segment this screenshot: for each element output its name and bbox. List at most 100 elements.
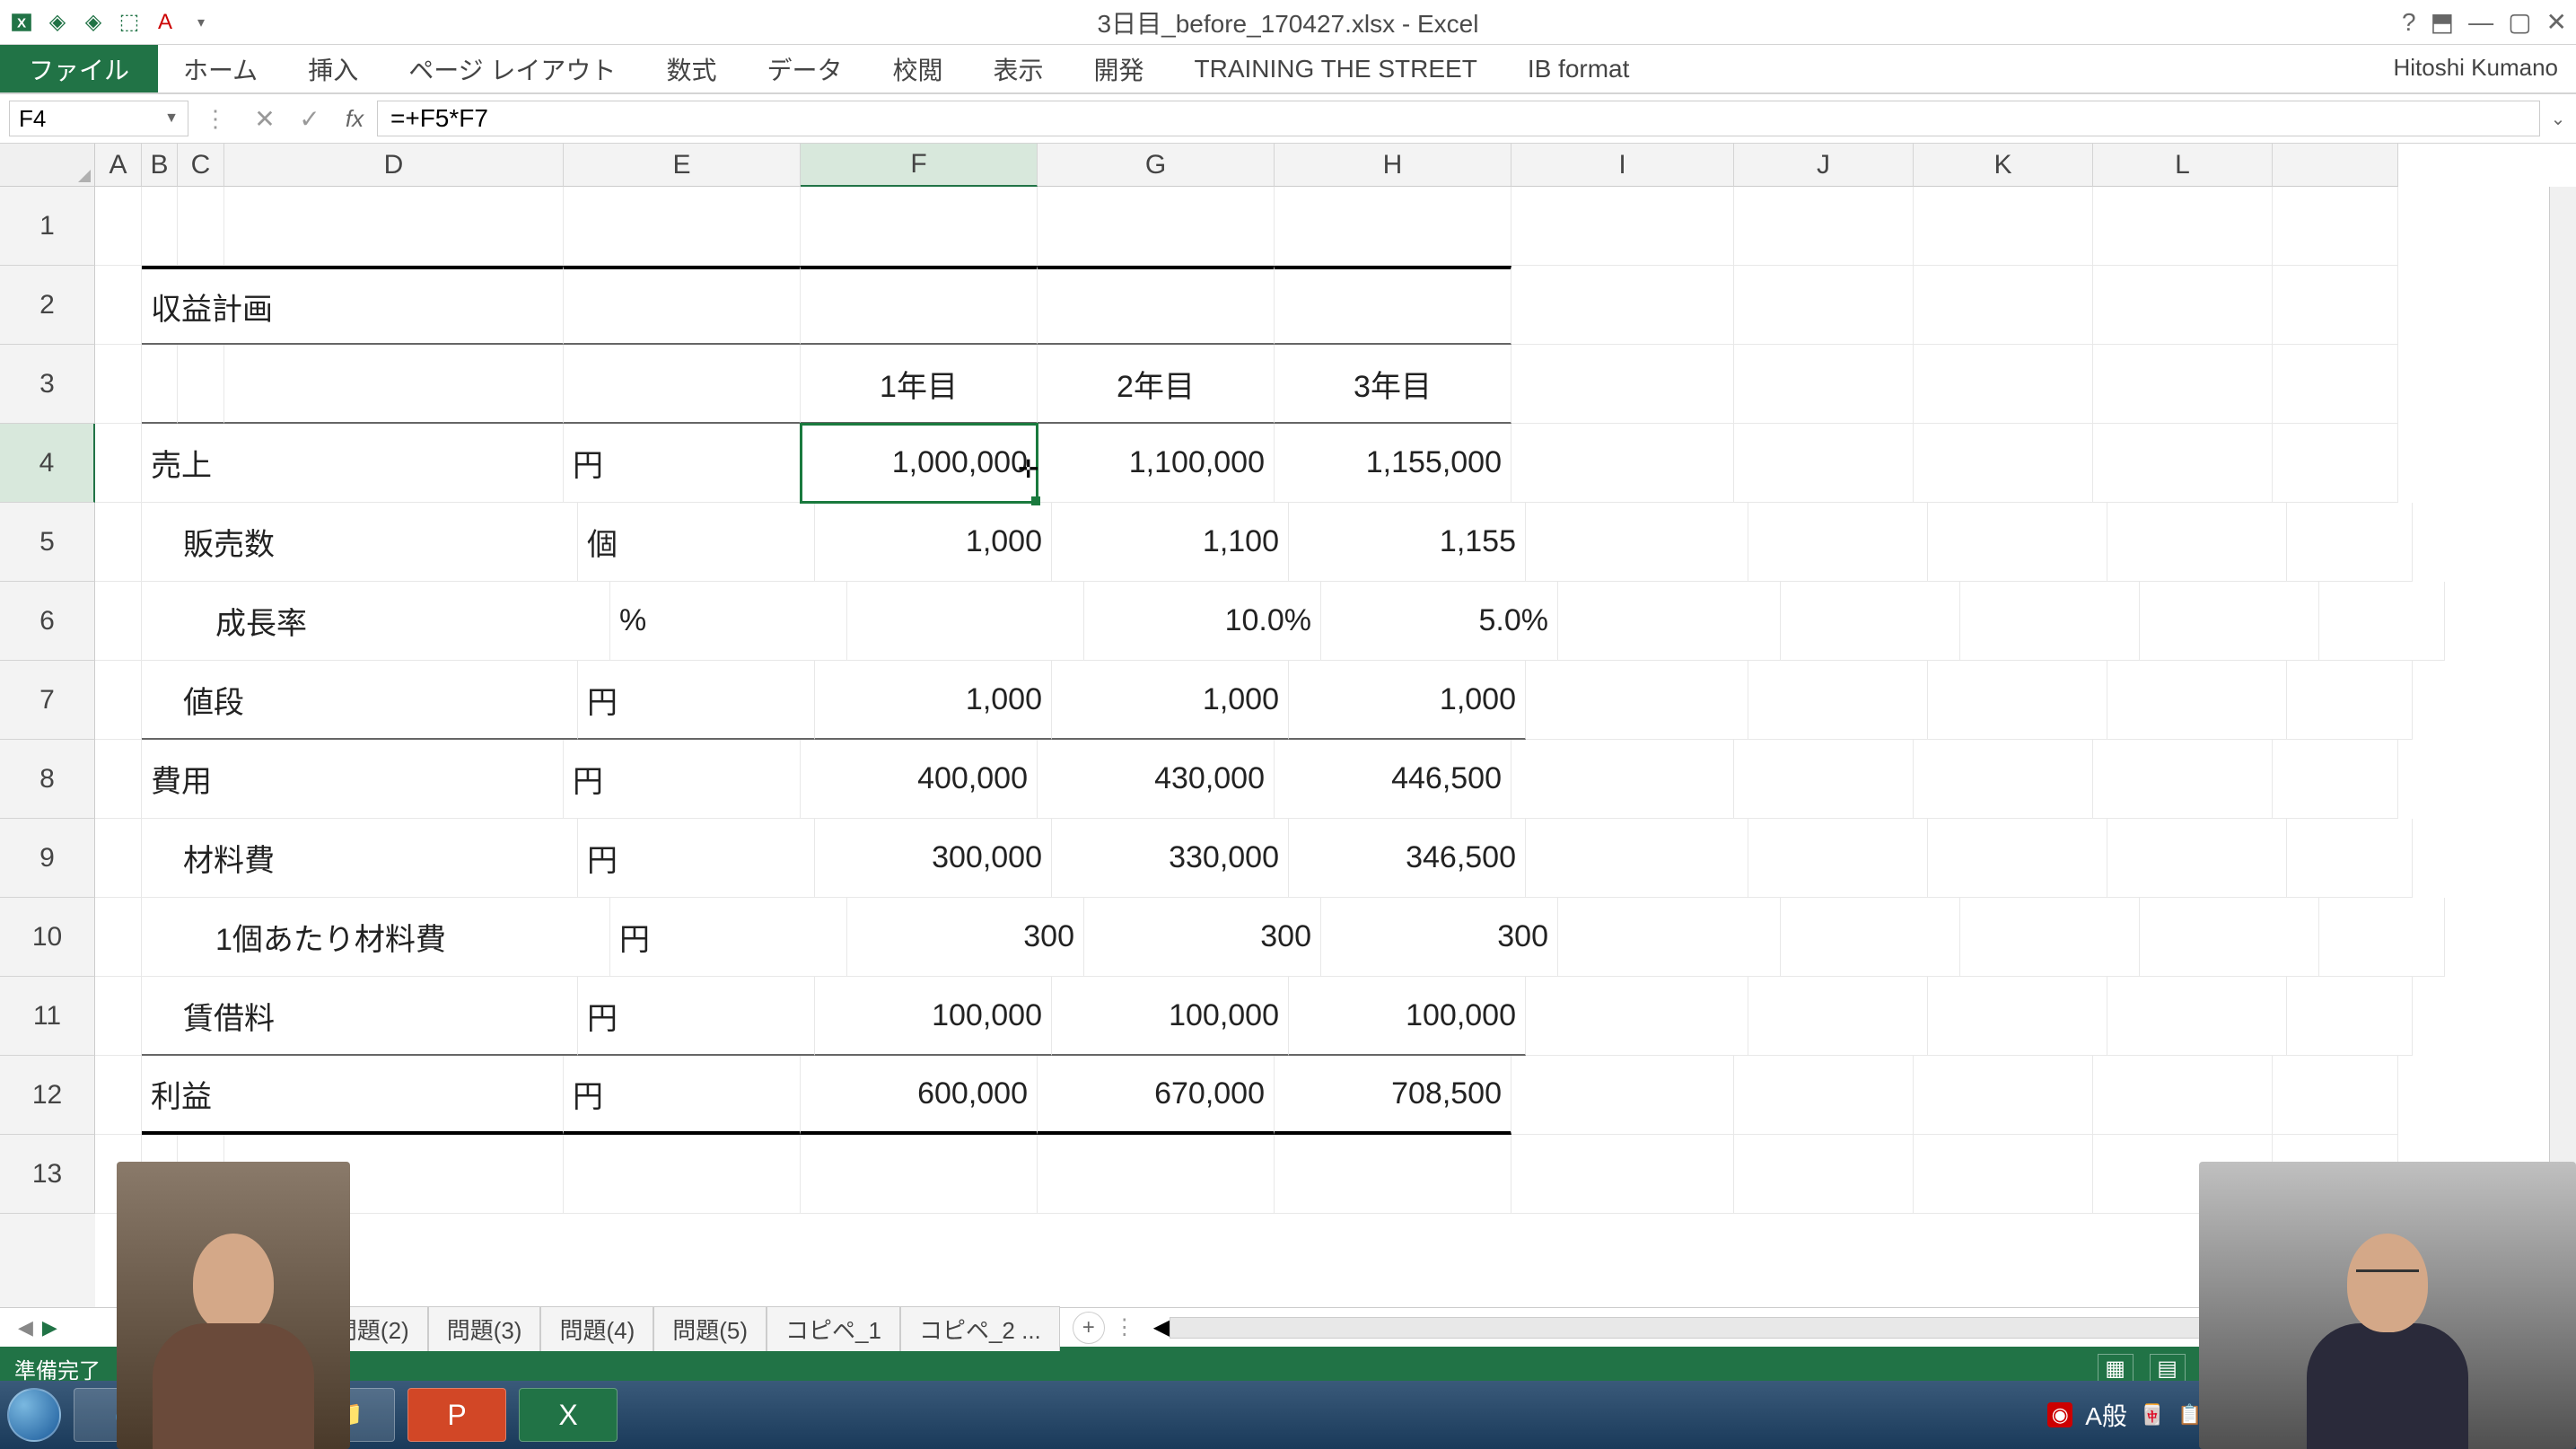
taskbar-powerpoint-icon[interactable]: P xyxy=(407,1388,506,1442)
cell[interactable] xyxy=(1038,187,1275,266)
cell[interactable] xyxy=(564,187,801,266)
cell-value[interactable]: 600,000 xyxy=(801,1056,1038,1135)
cell[interactable] xyxy=(2287,503,2413,582)
cell[interactable] xyxy=(1275,187,1511,266)
cell-value[interactable]: 1,000 xyxy=(1289,661,1526,740)
cell[interactable] xyxy=(1928,503,2107,582)
cell-unit[interactable]: 個 xyxy=(578,503,815,582)
cell-value[interactable]: 430,000 xyxy=(1038,740,1275,819)
cell[interactable] xyxy=(564,345,801,424)
cell-value[interactable] xyxy=(847,582,1084,661)
cell[interactable] xyxy=(142,345,178,424)
cell-unit[interactable]: 円 xyxy=(578,977,815,1056)
col-header-E[interactable]: E xyxy=(564,144,801,187)
cell[interactable] xyxy=(1748,503,1928,582)
cell-value[interactable]: 670,000 xyxy=(1038,1056,1275,1135)
cell[interactable] xyxy=(224,266,564,345)
cell-unit[interactable]: 円 xyxy=(610,898,847,977)
cell[interactable] xyxy=(239,503,578,582)
cell[interactable] xyxy=(224,187,564,266)
ribbon-tab-view[interactable]: 表示 xyxy=(968,45,1068,92)
cell[interactable] xyxy=(224,740,564,819)
cell[interactable] xyxy=(1734,345,1914,424)
cell[interactable] xyxy=(1748,661,1928,740)
cell[interactable] xyxy=(224,424,564,503)
cell[interactable] xyxy=(1526,819,1748,898)
cell[interactable] xyxy=(1734,1056,1914,1135)
cell[interactable] xyxy=(178,740,224,819)
ribbon-tab-home[interactable]: ホーム xyxy=(158,45,283,92)
cell[interactable] xyxy=(1038,266,1275,345)
cell[interactable] xyxy=(271,898,610,977)
cell[interactable] xyxy=(1914,740,2093,819)
sheet-tab[interactable]: 問題(5) xyxy=(653,1306,767,1351)
col-header-K[interactable]: K xyxy=(1914,144,2093,187)
cell[interactable] xyxy=(801,187,1038,266)
row-header-8[interactable]: 8 xyxy=(0,740,95,819)
cell[interactable] xyxy=(1511,1056,1734,1135)
cell[interactable] xyxy=(2107,819,2287,898)
cell-value[interactable]: 446,500 xyxy=(1275,740,1511,819)
qat-more-icon[interactable]: ▾ xyxy=(187,8,215,37)
row-header-2[interactable]: 2 xyxy=(0,266,95,345)
cell[interactable] xyxy=(95,424,142,503)
cell[interactable] xyxy=(2273,187,2398,266)
cell[interactable] xyxy=(2273,266,2398,345)
cell[interactable] xyxy=(1275,1135,1511,1214)
col-header-H[interactable]: H xyxy=(1275,144,1511,187)
ribbon-tab-developer[interactable]: 開発 xyxy=(1069,45,1170,92)
ribbon-tab-tts[interactable]: TRAINING THE STREET xyxy=(1170,45,1503,92)
cell[interactable] xyxy=(95,582,142,661)
cell[interactable] xyxy=(178,424,224,503)
cell[interactable] xyxy=(1511,740,1734,819)
cell[interactable] xyxy=(1511,424,1734,503)
scroll-left-icon[interactable]: ◀ xyxy=(1153,1314,1170,1340)
cell[interactable] xyxy=(1734,740,1914,819)
cell[interactable] xyxy=(1558,582,1781,661)
cell-year1[interactable]: 1年目 xyxy=(801,345,1038,424)
qat-font-color-icon[interactable]: A xyxy=(151,8,180,37)
cell[interactable] xyxy=(564,266,801,345)
cell[interactable] xyxy=(1511,345,1734,424)
cell[interactable] xyxy=(2093,187,2273,266)
cell[interactable] xyxy=(1526,661,1748,740)
ribbon-tab-formulas[interactable]: 数式 xyxy=(641,45,741,92)
cell[interactable] xyxy=(564,1135,801,1214)
cell-label[interactable]: 賃借料 xyxy=(142,977,192,1056)
cell[interactable] xyxy=(1526,977,1748,1056)
row-header-10[interactable]: 10 xyxy=(0,898,95,977)
cell[interactable] xyxy=(1734,424,1914,503)
cell[interactable] xyxy=(271,582,610,661)
cell[interactable] xyxy=(178,266,224,345)
close-icon[interactable]: ✕ xyxy=(2546,7,2567,37)
fx-icon[interactable]: fx xyxy=(332,105,377,133)
cell-value[interactable]: 1,000,000 xyxy=(801,424,1038,503)
sheet-tab[interactable]: 問題(3) xyxy=(428,1306,541,1351)
formula-cancel-icon[interactable]: ✕ xyxy=(242,104,287,134)
cell-grid[interactable]: 収益計画 1年目 2年目 3年目 売上円1,000,0001,100,0001,… xyxy=(95,187,2445,1307)
cell[interactable] xyxy=(801,1135,1038,1214)
maximize-icon[interactable]: ▢ xyxy=(2508,7,2531,37)
cell[interactable] xyxy=(1928,819,2107,898)
cell[interactable] xyxy=(192,819,239,898)
col-header-G[interactable]: G xyxy=(1038,144,1275,187)
cell[interactable] xyxy=(2093,1056,2273,1135)
col-header-B[interactable]: B xyxy=(142,144,178,187)
row-header-9[interactable]: 9 xyxy=(0,819,95,898)
cell[interactable] xyxy=(1781,898,1960,977)
cell[interactable] xyxy=(95,740,142,819)
cell[interactable] xyxy=(95,898,142,977)
row-header-4[interactable]: 4 xyxy=(0,424,95,503)
cell[interactable] xyxy=(2287,661,2413,740)
col-header-F[interactable]: F xyxy=(801,144,1038,187)
cell[interactable] xyxy=(239,977,578,1056)
sheet-nav-next-icon[interactable]: ▶ xyxy=(42,1316,57,1339)
col-header-L[interactable]: L xyxy=(2093,144,2273,187)
cell[interactable] xyxy=(1038,1135,1275,1214)
cell-label[interactable]: 値段 xyxy=(142,661,192,740)
cell[interactable] xyxy=(1734,187,1914,266)
cell-unit[interactable]: 円 xyxy=(564,1056,801,1135)
cell-value[interactable]: 1,100 xyxy=(1052,503,1289,582)
help-icon[interactable]: ? xyxy=(2402,8,2416,37)
cell[interactable] xyxy=(1511,1135,1734,1214)
